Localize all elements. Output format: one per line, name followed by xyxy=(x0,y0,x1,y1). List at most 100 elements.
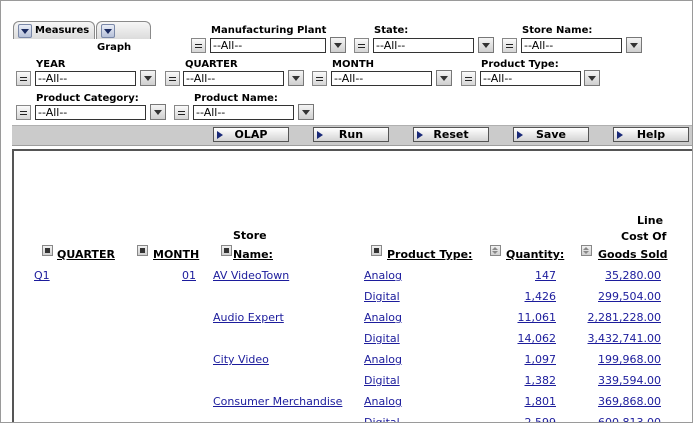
chevron-down-icon[interactable] xyxy=(478,37,494,53)
store-name-cell[interactable]: Audio Expert xyxy=(213,311,284,324)
olap-button[interactable]: OLAP xyxy=(213,127,289,142)
store-header-line1: Store xyxy=(233,229,267,242)
product-type-cell[interactable]: Digital xyxy=(364,332,400,345)
toolbar: OLAP Run Reset Save Help xyxy=(12,125,692,146)
cogs-cell[interactable]: 369,868.00 xyxy=(598,395,661,408)
store-name-select[interactable]: --All-- xyxy=(521,38,622,53)
product-type-cell[interactable]: Digital xyxy=(364,416,400,422)
store-name-header[interactable]: Name: xyxy=(233,248,273,261)
chevron-down-icon[interactable] xyxy=(584,70,600,86)
cogs-cell[interactable]: 299,504.00 xyxy=(598,290,661,303)
play-icon xyxy=(517,131,523,139)
product-type-cell[interactable]: Analog xyxy=(364,395,402,408)
product-name-select[interactable]: --All-- xyxy=(193,105,294,120)
sort-icon[interactable] xyxy=(42,245,53,256)
operator-button[interactable] xyxy=(191,38,206,53)
operator-button[interactable] xyxy=(16,105,31,120)
report-area: Store Line Cost Of QUARTER MONTH Name: P… xyxy=(12,149,692,422)
product-type-cell[interactable]: Analog xyxy=(364,269,402,282)
tab-label: Measures xyxy=(35,25,90,36)
product-type-cell[interactable]: Digital xyxy=(364,374,400,387)
reset-button[interactable]: Reset xyxy=(413,127,489,142)
quantity-cell[interactable]: 147 xyxy=(535,269,556,282)
cogs-cell[interactable]: 2,281,228.00 xyxy=(588,311,661,324)
play-icon xyxy=(217,131,223,139)
quantity-header[interactable]: Quantity: xyxy=(506,248,564,261)
month-header[interactable]: MONTH xyxy=(153,248,199,261)
reset-button-label: Reset xyxy=(433,128,469,141)
chevron-down-icon[interactable] xyxy=(330,37,346,53)
product-type-header[interactable]: Product Type: xyxy=(387,248,472,261)
tab-label: Graph xyxy=(97,42,132,53)
chevron-down-icon[interactable] xyxy=(626,37,642,53)
store-name-cell[interactable]: Consumer Merchandise xyxy=(213,395,342,408)
app-frame: Measures Graph Manufacturing Plant --All… xyxy=(0,0,693,423)
chevron-down-icon[interactable] xyxy=(298,104,314,120)
year-label: YEAR xyxy=(36,59,66,70)
operator-button[interactable] xyxy=(174,105,189,120)
state-select[interactable]: --All-- xyxy=(373,38,474,53)
quarter-cell[interactable]: Q1 xyxy=(34,269,50,282)
chevron-down-icon[interactable] xyxy=(150,104,166,120)
quantity-cell[interactable]: 1,382 xyxy=(525,374,557,387)
cogs-cell[interactable]: 199,968.00 xyxy=(598,353,661,366)
save-button[interactable]: Save xyxy=(513,127,589,142)
cogs-cell[interactable]: 3,432,741.00 xyxy=(588,332,661,345)
manufacturing-plant-select[interactable]: --All-- xyxy=(210,38,326,53)
cogs-cell[interactable]: 339,594.00 xyxy=(598,374,661,387)
product-type-select[interactable]: --All-- xyxy=(480,71,581,86)
sort-updown-icon[interactable] xyxy=(581,245,592,256)
chevron-down-icon[interactable] xyxy=(436,70,452,86)
sort-icon[interactable] xyxy=(137,245,148,256)
quantity-cell[interactable]: 1,426 xyxy=(525,290,557,303)
operator-button[interactable] xyxy=(354,38,369,53)
product-type-cell[interactable]: Analog xyxy=(364,311,402,324)
month-cell[interactable]: 01 xyxy=(182,269,196,282)
store-name-label: Store Name: xyxy=(522,25,593,36)
run-button[interactable]: Run xyxy=(313,127,389,142)
save-button-label: Save xyxy=(536,128,566,141)
chevron-down-icon xyxy=(101,24,115,38)
cogs-cell[interactable]: 35,280.00 xyxy=(605,269,661,282)
quantity-cell[interactable]: 1,097 xyxy=(525,353,557,366)
sort-icon[interactable] xyxy=(371,245,382,256)
product-type-cell[interactable]: Digital xyxy=(364,290,400,303)
chevron-down-icon[interactable] xyxy=(288,70,304,86)
quarter-label: QUARTER xyxy=(185,59,238,70)
quarter-header[interactable]: QUARTER xyxy=(57,248,115,261)
cogs-header-line2: Cost Of xyxy=(621,230,667,243)
store-name-cell[interactable]: City Video xyxy=(213,353,269,366)
tab-graph[interactable]: Graph xyxy=(96,21,151,53)
product-type-cell[interactable]: Analog xyxy=(364,353,402,366)
month-select[interactable]: --All-- xyxy=(331,71,432,86)
operator-button[interactable] xyxy=(165,71,180,86)
operator-button[interactable] xyxy=(312,71,327,86)
quantity-cell[interactable]: 14,062 xyxy=(518,332,557,345)
chevron-down-icon[interactable] xyxy=(140,70,156,86)
tab-measures[interactable]: Measures xyxy=(13,21,95,39)
operator-button[interactable] xyxy=(16,71,31,86)
store-name-cell[interactable]: AV VideoTown xyxy=(213,269,289,282)
sort-updown-icon[interactable] xyxy=(490,245,501,256)
product-name-label: Product Name: xyxy=(194,93,278,104)
help-button[interactable]: Help xyxy=(613,127,689,142)
cogs-cell[interactable]: 600,813.00 xyxy=(598,416,661,422)
cogs-header[interactable]: Goods Sold xyxy=(598,248,668,261)
help-button-label: Help xyxy=(636,128,666,141)
year-select[interactable]: --All-- xyxy=(35,71,136,86)
manufacturing-plant-label: Manufacturing Plant xyxy=(211,25,327,36)
chevron-down-icon xyxy=(18,24,32,38)
quantity-cell[interactable]: 2,599 xyxy=(525,416,557,422)
sort-icon[interactable] xyxy=(221,245,232,256)
product-category-label: Product Category: xyxy=(36,93,139,104)
play-icon xyxy=(617,131,623,139)
operator-button[interactable] xyxy=(461,71,476,86)
quantity-cell[interactable]: 1,801 xyxy=(525,395,557,408)
operator-button[interactable] xyxy=(502,38,517,53)
cogs-header-line1: Line xyxy=(637,214,664,227)
product-category-select[interactable]: --All-- xyxy=(35,105,146,120)
filter-panel: Measures Graph Manufacturing Plant --All… xyxy=(1,1,692,124)
quantity-cell[interactable]: 11,061 xyxy=(518,311,557,324)
play-icon xyxy=(417,131,423,139)
quarter-select[interactable]: --All-- xyxy=(183,71,284,86)
